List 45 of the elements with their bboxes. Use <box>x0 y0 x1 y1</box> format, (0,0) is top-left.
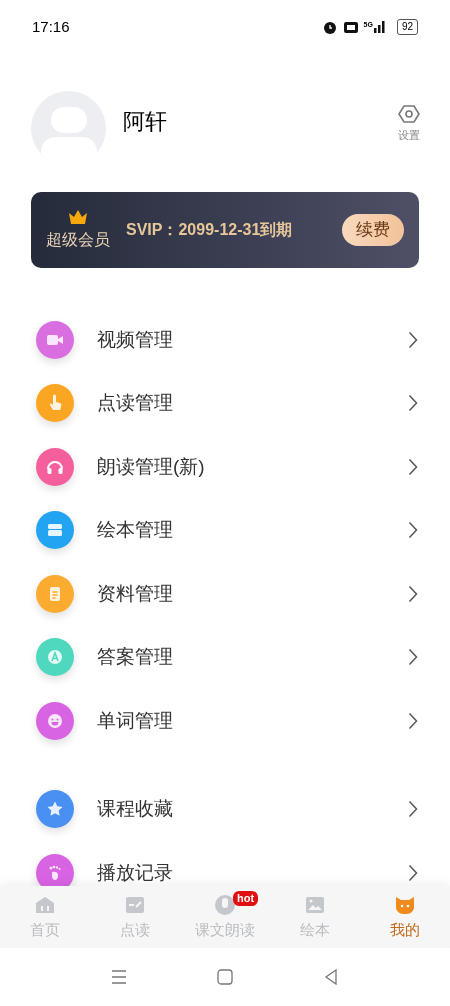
signal-icon <box>373 21 387 33</box>
menu-label: 课程收藏 <box>97 797 174 821</box>
chevron-right-icon <box>408 394 418 413</box>
menu-item[interactable]: 答案管理 <box>0 625 450 689</box>
settings-button[interactable]: 设置 <box>398 103 420 144</box>
menu-label: 单词管理 <box>97 708 174 733</box>
user-name: 阿轩 <box>123 108 168 136</box>
chevron-right-icon <box>408 330 418 349</box>
vip-label: 超级会员 <box>46 230 110 250</box>
tab[interactable]: hot 课文朗读 <box>180 886 270 948</box>
menu-item[interactable]: 课程收藏 <box>0 777 450 841</box>
menu-item[interactable]: 绘本管理 <box>0 498 450 562</box>
menu-item[interactable]: 资料管理 <box>0 562 450 626</box>
menu-label: 绘本管理 <box>97 518 174 542</box>
chevron-right-icon <box>408 648 418 667</box>
tab[interactable]: 我的 <box>360 886 450 948</box>
status-time: 17:16 <box>32 16 70 37</box>
menu-label: 播放记录 <box>97 860 174 885</box>
menu-item[interactable]: 单词管理 <box>0 689 450 753</box>
menu-label: 答案管理 <box>97 645 174 669</box>
chevron-right-icon <box>408 863 418 882</box>
menu-label: 朗读管理(新) <box>97 454 206 479</box>
hot-badge: hot <box>233 890 259 906</box>
chevron-right-icon <box>408 711 418 730</box>
menu-item[interactable]: 点读管理 <box>0 371 450 435</box>
menu-label: 资料管理 <box>97 581 174 606</box>
chevron-right-icon <box>408 457 418 476</box>
menu-label: 视频管理 <box>97 327 174 352</box>
vip-expiry: SVIP：2099-12-31到期 <box>126 220 294 240</box>
back-icon[interactable] <box>323 969 339 985</box>
chevron-right-icon <box>408 800 418 819</box>
chevron-right-icon <box>408 521 418 540</box>
home-square-icon[interactable] <box>217 969 233 985</box>
hd-icon <box>343 21 358 33</box>
chevron-right-icon <box>408 584 418 603</box>
microphone-icon <box>213 892 237 917</box>
settings-icon <box>398 103 420 126</box>
renew-button[interactable]: 续费 <box>342 214 404 246</box>
crown-icon <box>67 208 89 226</box>
menu-icon[interactable] <box>111 969 127 985</box>
menu-label: 点读管理 <box>97 391 174 415</box>
battery-level: 92 <box>396 19 418 35</box>
menu-item[interactable]: 朗读管理(新) <box>0 435 450 499</box>
menu-item[interactable]: 视频管理 <box>0 308 450 372</box>
alarm-icon <box>321 19 338 35</box>
